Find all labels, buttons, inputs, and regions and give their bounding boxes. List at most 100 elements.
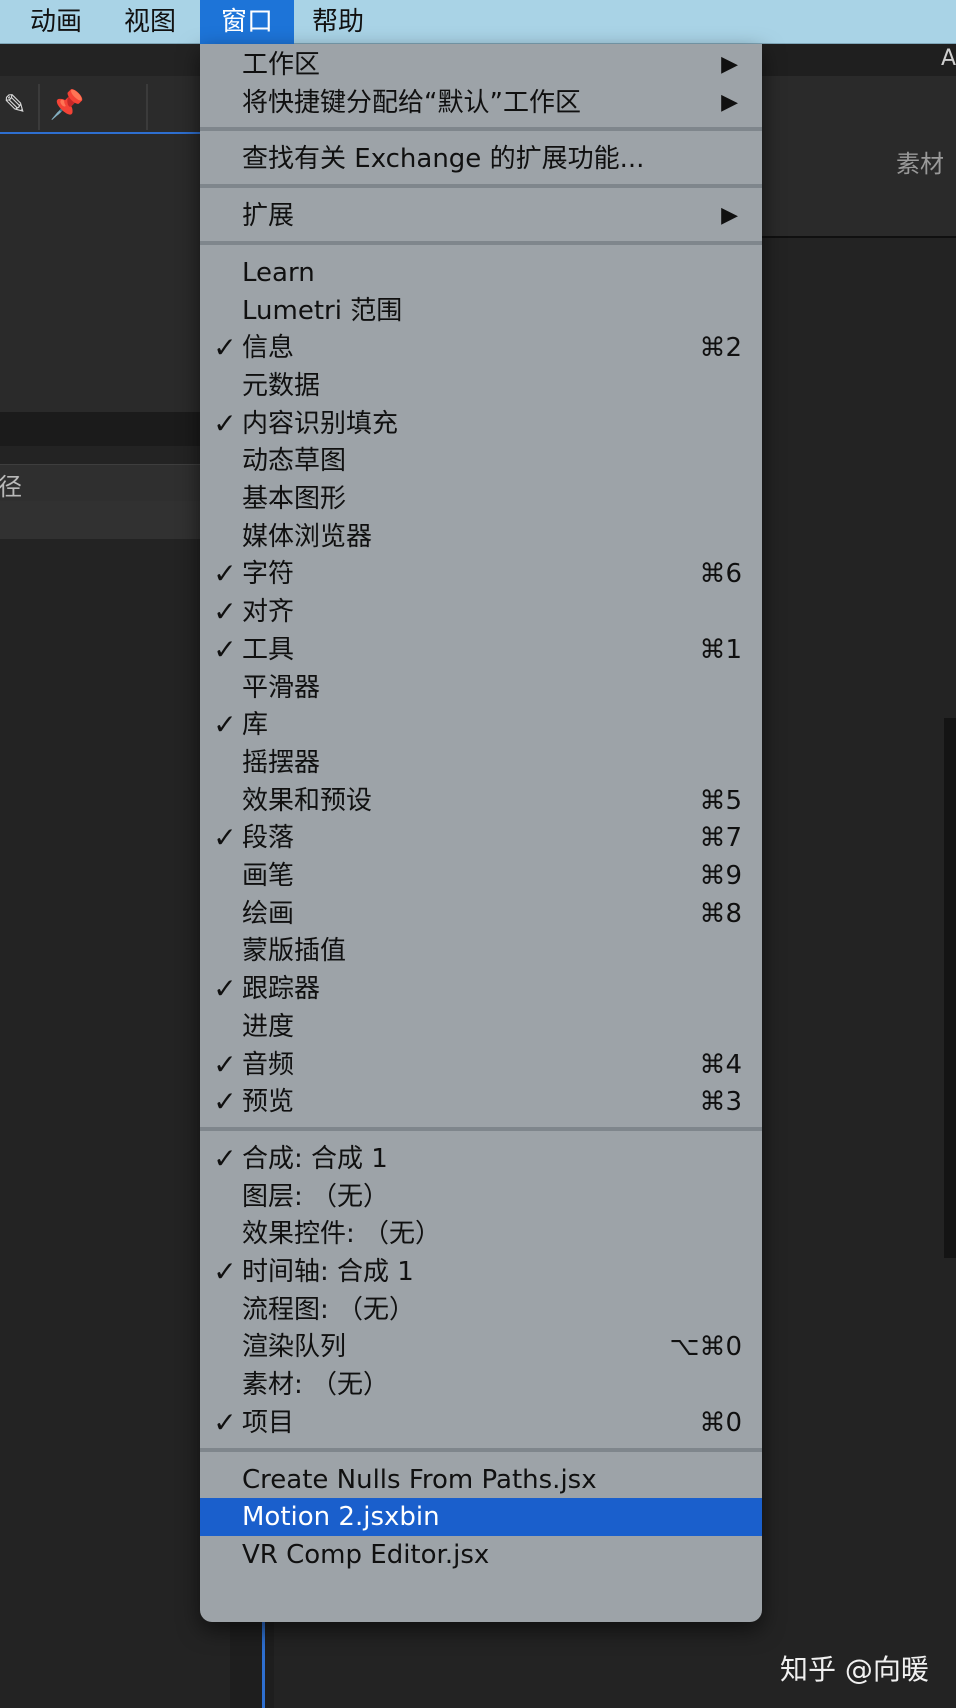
menu-item-shortcut: ⌥⌘0 (669, 1332, 742, 1363)
menu-item[interactable]: Lumetri 范围 (200, 292, 762, 330)
menu-item[interactable]: 流程图: （无） (200, 1291, 762, 1329)
tools-toolbar: ✎ 📌 (0, 76, 200, 134)
timeline-column (230, 1622, 274, 1708)
menu-item[interactable]: ✓ 音频 ⌘4 (200, 1046, 762, 1084)
window-menu-dropdown: 工作区 ▶ 将快捷键分配给“默认”工作区 ▶ 查找有关 Exchange 的扩展功能..… (200, 44, 762, 1622)
menu-item[interactable]: ✓ 项目 ⌘0 (200, 1404, 762, 1442)
timeline-playhead[interactable] (262, 1622, 265, 1708)
checkmark-icon: ✓ (213, 406, 237, 440)
menu-item[interactable]: 效果控件: （无） (200, 1215, 762, 1253)
menu-item[interactable]: 渲染队列 ⌥⌘0 (200, 1328, 762, 1366)
menu-item-label: 内容识别填充 (242, 408, 399, 439)
submenu-arrow-icon: ▶ (721, 203, 738, 229)
menu-item-shortcut: ⌘0 (699, 1407, 742, 1438)
menu-item[interactable]: ✓ 工具 ⌘1 (200, 631, 762, 669)
menu-item-shortcut: ⌘1 (699, 634, 742, 665)
menu-item-label: Learn (242, 257, 315, 288)
menu-item-label: 库 (242, 710, 269, 741)
menu-item-label: 字符 (242, 559, 295, 590)
menu-item[interactable]: ✓ 内容识别填充 (200, 405, 762, 443)
menu-item[interactable]: 效果和预设 ⌘5 (200, 782, 762, 820)
menu-view[interactable]: 视图 (124, 0, 176, 44)
menu-item[interactable]: Learn (200, 254, 762, 292)
left-panel-header (0, 412, 200, 446)
menu-item[interactable]: 进度 (200, 1008, 762, 1046)
right-scrollbar[interactable] (944, 718, 956, 1258)
menu-item[interactable]: 蒙版插值 (200, 932, 762, 970)
menu-item[interactable]: ✓ 时间轴: 合成 1 (200, 1253, 762, 1291)
menu-item[interactable]: 动态草图 (200, 442, 762, 480)
menu-separator (200, 1447, 762, 1452)
menu-item[interactable]: 扩展 ▶ (200, 197, 762, 235)
menu-item-label: 蒙版插值 (242, 936, 347, 967)
left-panel-row (0, 501, 200, 539)
menu-item-label: 扩展 (242, 201, 295, 232)
menu-item[interactable]: 将快捷键分配给“默认”工作区 ▶ (200, 84, 762, 122)
menu-item-shortcut: ⌘3 (699, 1087, 742, 1118)
menu-item[interactable]: 素材: （无） (200, 1366, 762, 1404)
menu-item-label: Motion 2.jsxbin (242, 1502, 440, 1533)
menu-item-label: Lumetri 范围 (242, 295, 403, 326)
menu-item[interactable]: VR Comp Editor.jsx (200, 1536, 762, 1574)
menu-item[interactable]: ✓ 合成: 合成 1 (200, 1140, 762, 1178)
menu-item[interactable]: 绘画 ⌘8 (200, 895, 762, 933)
menu-item-label: 预览 (242, 1087, 295, 1118)
menu-item[interactable]: ✓ 段落 ⌘7 (200, 819, 762, 857)
menu-item-label: 段落 (242, 823, 295, 854)
menu-item[interactable]: 摇摆器 (200, 744, 762, 782)
checkmark-icon: ✓ (213, 557, 237, 591)
menu-item-label: 时间轴: 合成 1 (242, 1257, 414, 1287)
menu-separator (200, 240, 762, 245)
menu-item-shortcut: ⌘6 (699, 559, 742, 590)
menu-item[interactable]: ✓ 库 (200, 706, 762, 744)
menu-item-label: 图层: （无） (242, 1181, 390, 1212)
menu-item[interactable]: 查找有关 Exchange 的扩展功能... (200, 140, 762, 178)
menu-item-shortcut: ⌘8 (699, 898, 742, 929)
toolbar-divider (38, 84, 40, 130)
checkmark-icon: ✓ (213, 1255, 237, 1288)
menu-item-shortcut: ⌘9 (699, 861, 742, 891)
menu-window[interactable]: 窗口 (200, 0, 294, 44)
toolbar-divider (146, 84, 148, 130)
menu-item-label: 效果和预设 (242, 785, 373, 816)
menu-item[interactable]: 平滑器 (200, 669, 762, 707)
menu-item-label: 进度 (242, 1011, 295, 1042)
menu-item[interactable]: 工作区 ▶ (200, 46, 762, 84)
menu-item[interactable]: 画笔 ⌘9 (200, 857, 762, 895)
menu-item-label: Create Nulls From Paths.jsx (242, 1464, 597, 1495)
left-panel (0, 134, 200, 412)
menu-item[interactable]: 基本图形 (200, 480, 762, 518)
menu-item-label: 平滑器 (242, 672, 321, 703)
menu-item[interactable]: 媒体浏览器 (200, 518, 762, 556)
right-panel-tab[interactable]: 素材 (896, 144, 944, 179)
menu-item-label: 渲染队列 (242, 1332, 347, 1363)
menu-item[interactable]: Create Nulls From Paths.jsx (200, 1461, 762, 1499)
menu-item[interactable]: 元数据 (200, 367, 762, 405)
pin-tool-icon[interactable]: 📌 (46, 84, 88, 126)
submenu-arrow-icon: ▶ (721, 52, 738, 77)
menu-item[interactable]: ✓ 对齐 (200, 593, 762, 631)
menu-item-label: 素材: （无） (242, 1370, 390, 1401)
menu-item-shortcut: ⌘2 (699, 333, 742, 364)
menu-item[interactable]: ✓ 信息 ⌘2 (200, 329, 762, 367)
top-right-bar: A (760, 44, 956, 76)
menu-help[interactable]: 帮助 (312, 0, 364, 44)
menu-animation[interactable]: 动画 (30, 0, 82, 44)
menu-item[interactable]: 图层: （无） (200, 1178, 762, 1216)
checkmark-icon: ✓ (213, 821, 237, 855)
menu-item[interactable]: ✓ 跟踪器 (200, 970, 762, 1008)
menu-item[interactable]: Motion 2.jsxbin (200, 1498, 762, 1537)
menu-item[interactable]: ✓ 预览 ⌘3 (200, 1083, 762, 1121)
right-panel: 素材 (760, 76, 956, 236)
menu-item-label: 工具 (242, 634, 295, 665)
right-panel-divider (760, 236, 956, 238)
menu-item-label: 对齐 (242, 597, 295, 628)
menu-item-label: 跟踪器 (242, 974, 321, 1005)
menu-item[interactable]: ✓ 字符 ⌘6 (200, 555, 762, 593)
menu-item-label: 流程图: （无） (242, 1294, 416, 1325)
pen-tool-icon[interactable]: ✎ (0, 84, 36, 126)
menu-item-label: 摇摆器 (242, 747, 321, 778)
checkmark-icon: ✓ (213, 331, 237, 365)
menu-item-label: 信息 (242, 333, 295, 364)
menu-item-label: 查找有关 Exchange 的扩展功能... (242, 144, 645, 175)
